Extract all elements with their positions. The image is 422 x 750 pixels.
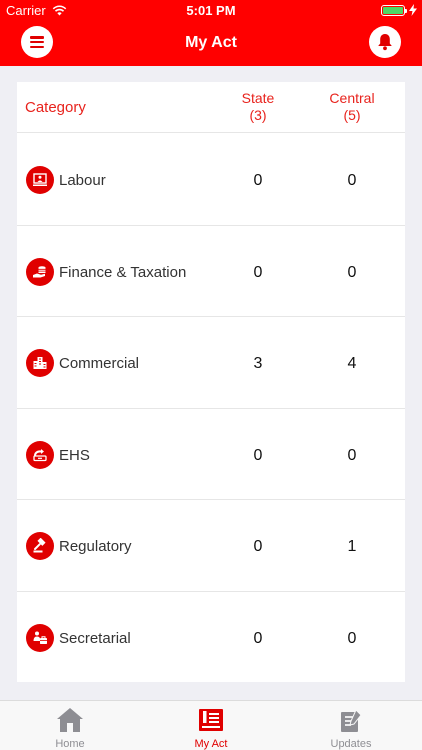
category-label: Finance & Taxation xyxy=(59,263,187,281)
category-label: Regulatory xyxy=(59,538,132,555)
home-icon xyxy=(57,708,83,732)
state-header-count: (3) xyxy=(249,107,267,123)
tab-bar: Home My Act Updates xyxy=(0,700,422,750)
central-count: 0 xyxy=(347,172,357,189)
central-header-count: (5) xyxy=(343,107,361,123)
battery-icon xyxy=(381,5,407,16)
category-row-finance[interactable]: Finance & Taxation 0 0 xyxy=(17,226,405,317)
tab-label: Home xyxy=(55,738,85,750)
status-time: 5:01 PM xyxy=(186,3,236,18)
state-count: 3 xyxy=(253,355,263,372)
central-count: 0 xyxy=(347,446,357,464)
bell-icon xyxy=(378,34,392,51)
category-row-secretarial[interactable]: Secretarial 0 0 xyxy=(17,592,405,684)
state-count: 0 xyxy=(253,263,263,281)
tab-my-act[interactable]: My Act xyxy=(141,701,281,750)
central-count: 0 xyxy=(347,629,357,647)
charging-icon xyxy=(409,4,417,16)
ehs-icon xyxy=(26,440,54,469)
state-count: 0 xyxy=(253,446,263,464)
updates-icon xyxy=(341,709,362,732)
state-count: 0 xyxy=(253,172,263,189)
central-column-header: Central (5) xyxy=(312,90,392,124)
central-count: 4 xyxy=(347,355,357,372)
table-header: Category State (3) Central (5) xyxy=(17,82,405,133)
status-bar: Carrier 5:01 PM xyxy=(0,0,422,22)
tab-label: Updates xyxy=(330,738,372,750)
state-count: 0 xyxy=(253,629,263,647)
my-act-icon xyxy=(199,709,223,731)
finance-icon xyxy=(26,257,54,286)
category-label: Commercial xyxy=(59,355,140,372)
secretarial-icon xyxy=(26,623,54,652)
category-row-ehs[interactable]: EHS 0 0 xyxy=(17,409,405,500)
category-header: Category xyxy=(25,99,86,116)
category-label: EHS xyxy=(59,446,90,464)
category-row-commercial[interactable]: Commercial 3 4 xyxy=(17,317,405,409)
category-row-labour[interactable]: Labour 0 0 xyxy=(17,134,405,226)
state-column-header: State (3) xyxy=(218,90,298,124)
state-count: 0 xyxy=(253,538,263,555)
state-header-label: State xyxy=(241,90,275,106)
category-table: Category State (3) Central (5) Labour 0 … xyxy=(17,82,405,682)
central-header-label: Central xyxy=(329,90,375,106)
central-count: 0 xyxy=(347,263,357,281)
category-label: Labour xyxy=(59,172,106,189)
commercial-icon xyxy=(26,349,54,377)
page-title: My Act xyxy=(185,34,237,51)
tab-label: My Act xyxy=(194,738,228,750)
tab-updates[interactable]: Updates xyxy=(281,701,421,750)
nav-bar: My Act xyxy=(0,22,422,66)
category-label: Secretarial xyxy=(59,629,131,647)
central-count: 1 xyxy=(347,538,357,555)
labour-icon xyxy=(26,166,54,194)
tab-home[interactable]: Home xyxy=(0,701,140,750)
notifications-button[interactable] xyxy=(369,26,401,58)
category-row-regulatory[interactable]: Regulatory 0 1 xyxy=(17,500,405,592)
gavel-icon xyxy=(26,532,54,560)
